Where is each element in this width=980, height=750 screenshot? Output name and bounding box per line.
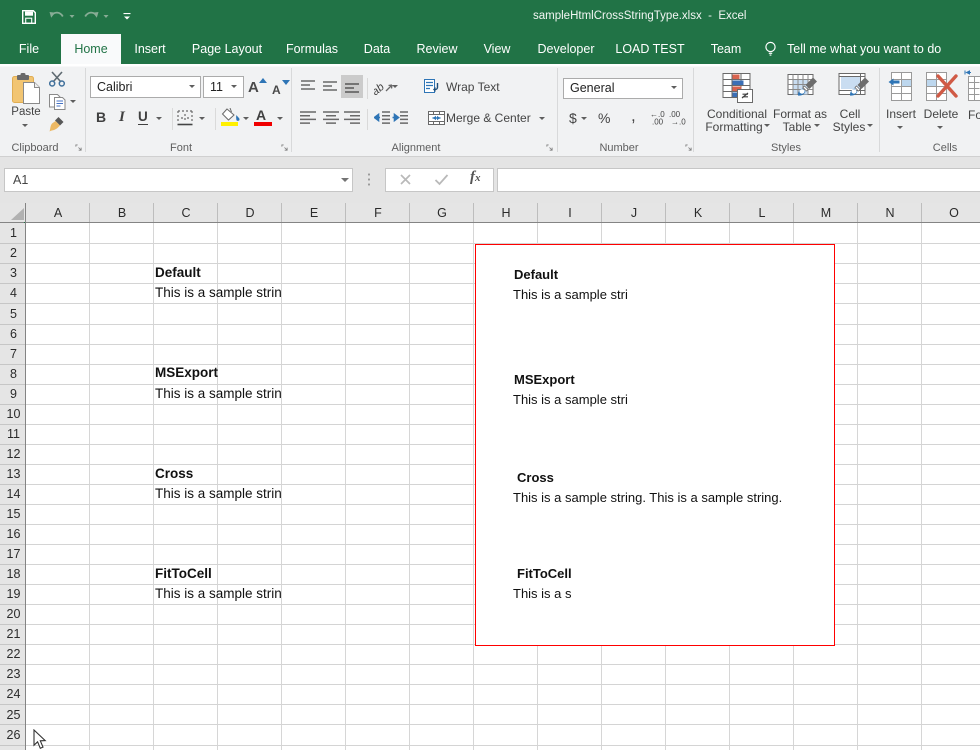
svg-text:ab: ab <box>374 81 387 95</box>
svg-text:.00: .00 <box>652 118 664 126</box>
svg-text:→.0: →.0 <box>671 118 686 126</box>
